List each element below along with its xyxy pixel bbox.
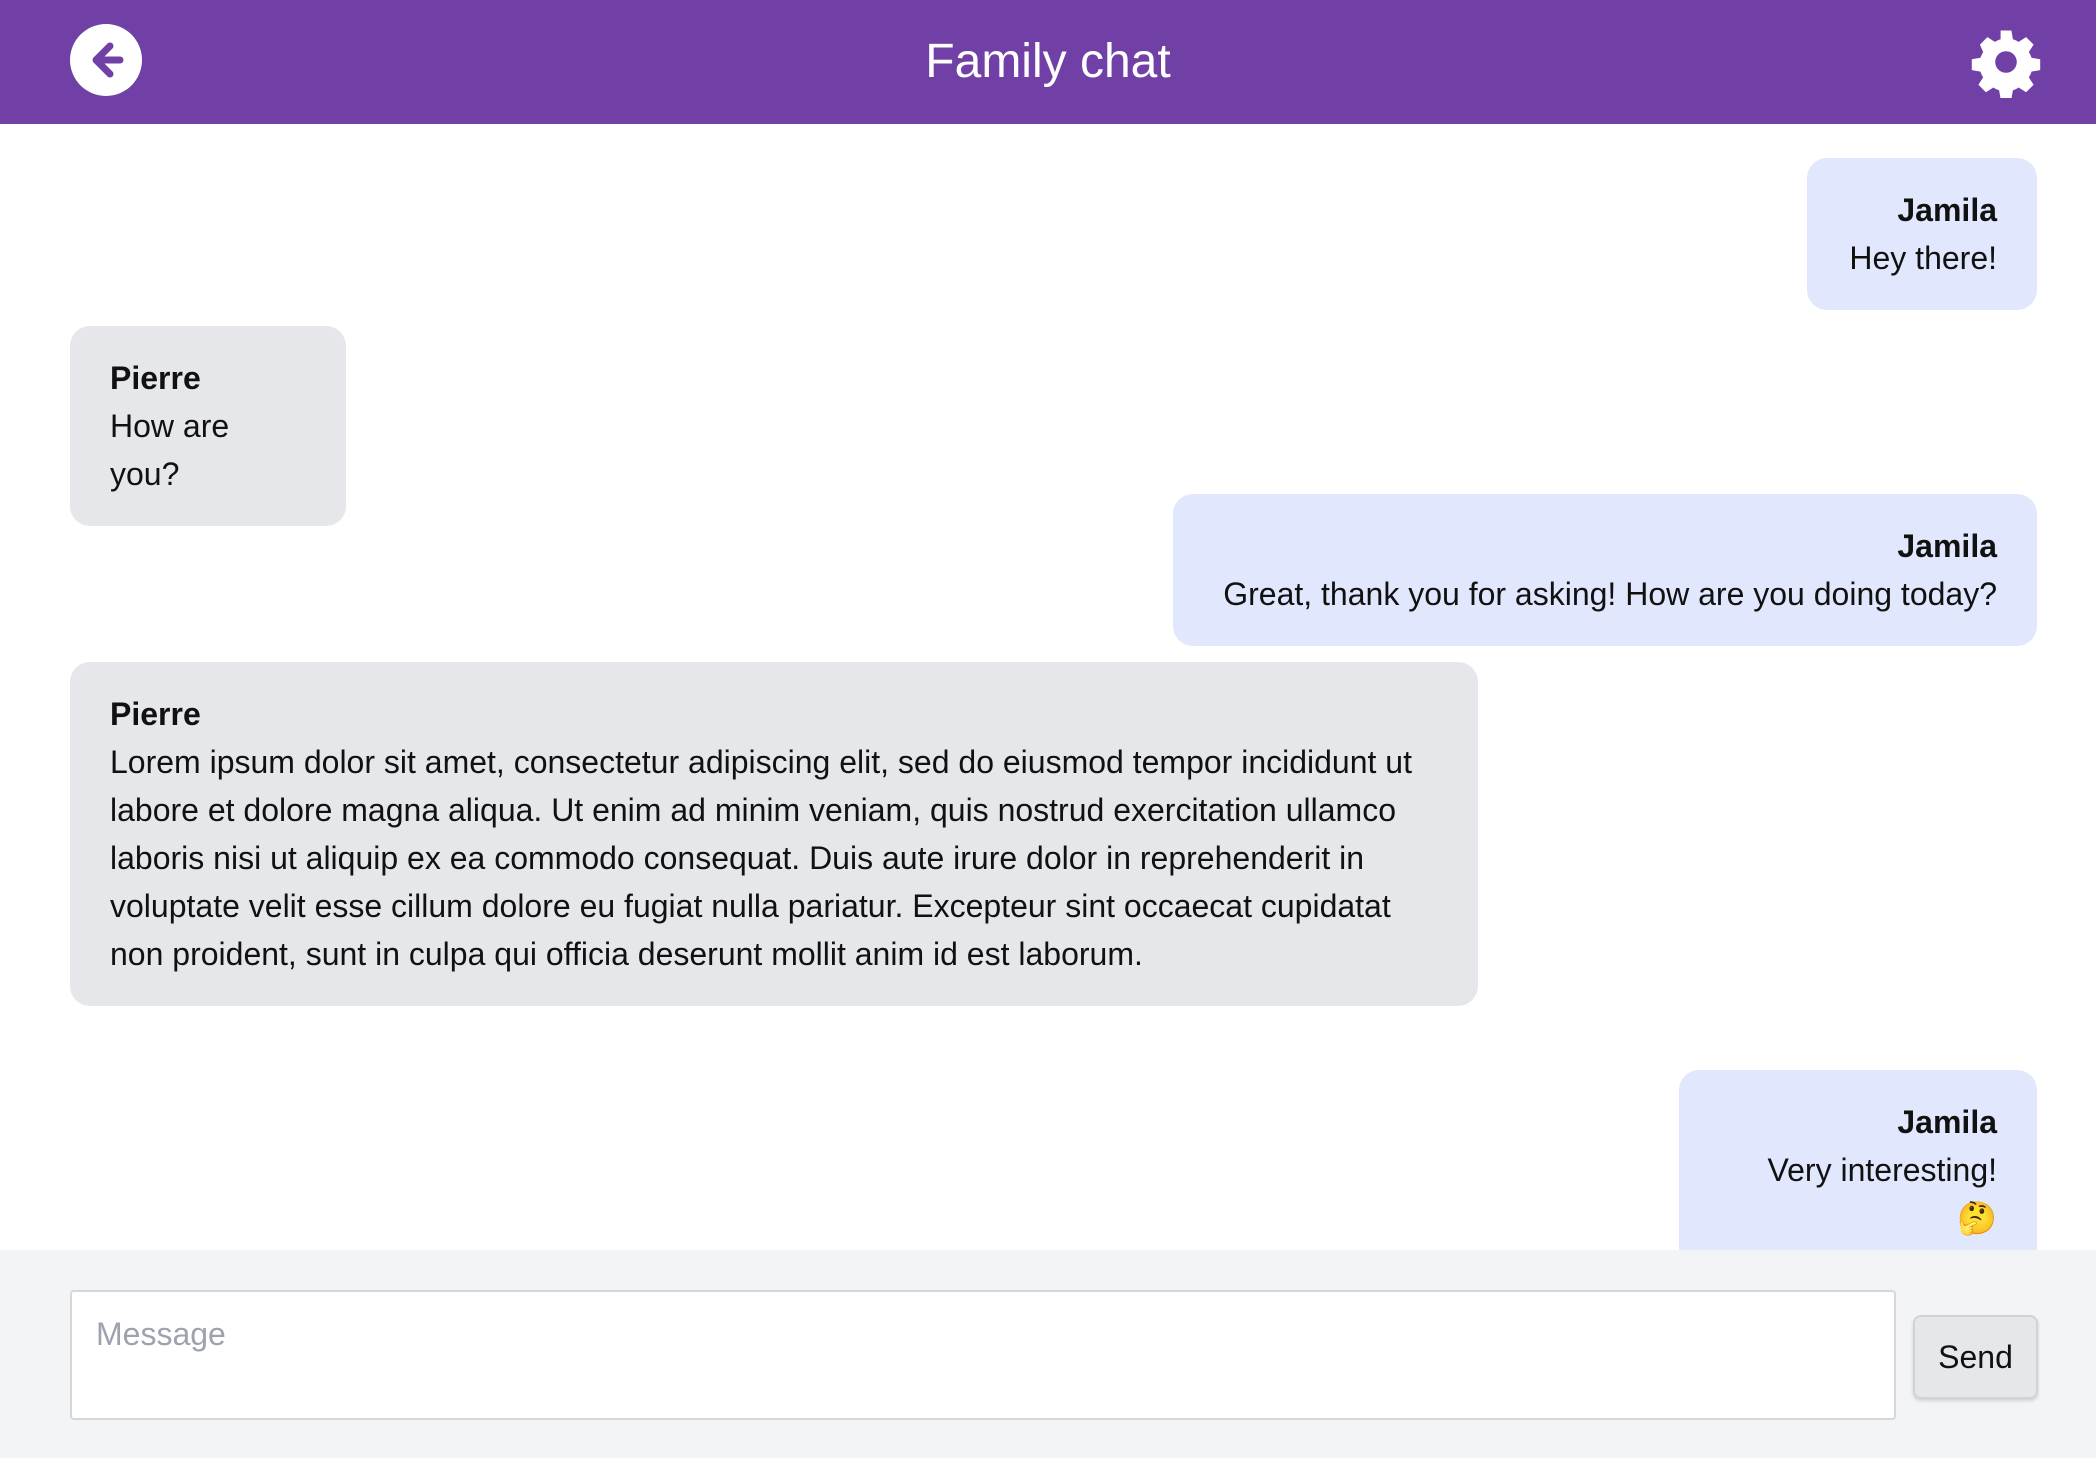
message-sender: Pierre bbox=[110, 360, 201, 396]
chat-header: Family chat bbox=[0, 0, 2096, 124]
message-text: Hey there! bbox=[1849, 240, 1997, 276]
message-bubble: Pierre How are you? bbox=[70, 326, 346, 526]
back-button[interactable] bbox=[70, 24, 142, 96]
arrow-left-circle-icon bbox=[92, 42, 124, 78]
message-list[interactable]: Jamila Hey there! Pierre How are you? Ja… bbox=[0, 124, 2096, 1270]
message-sender: Pierre bbox=[110, 696, 201, 732]
message-sender: Jamila bbox=[1897, 528, 1997, 564]
message-text: How are you? bbox=[110, 408, 230, 492]
chat-app: Family chat Jamila Hey there! Pierre How… bbox=[0, 0, 2096, 1458]
message-text: Great, thank you for asking! How are you… bbox=[1223, 576, 1997, 612]
message-bubble: Pierre Lorem ipsum dolor sit amet, conse… bbox=[70, 662, 1478, 1006]
send-button[interactable]: Send bbox=[1913, 1315, 2038, 1399]
message-input[interactable] bbox=[70, 1290, 1896, 1420]
message-text: Lorem ipsum dolor sit amet, consectetur … bbox=[110, 744, 1412, 972]
message-sender: Jamila bbox=[1897, 192, 1997, 228]
gear-icon bbox=[1971, 30, 2041, 99]
page-title: Family chat bbox=[925, 35, 1171, 88]
message-text: Very interesting! 🤔 bbox=[1767, 1152, 1997, 1236]
settings-button[interactable] bbox=[1970, 26, 2042, 99]
message-bubble: Jamila Hey there! bbox=[1807, 158, 2037, 310]
message-composer: Send bbox=[0, 1250, 2096, 1458]
message-bubble: Jamila Great, thank you for asking! How … bbox=[1173, 494, 2037, 646]
message-bubble: Jamila Very interesting! 🤔 bbox=[1679, 1070, 2037, 1270]
message-sender: Jamila bbox=[1897, 1104, 1997, 1140]
